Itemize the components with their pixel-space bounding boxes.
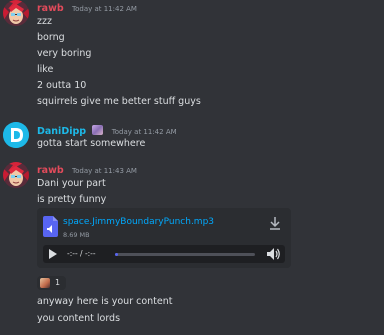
audio-player: -:-- / -:-- (43, 245, 285, 263)
message-line: squirrels give me better stuff guys (37, 96, 201, 107)
reaction-button[interactable]: 1 (37, 276, 66, 290)
seek-bar-fill (115, 253, 118, 256)
playback-time: -:-- / -:-- (67, 249, 96, 258)
rawb-avatar[interactable] (3, 0, 29, 26)
message-line: Dani your part (37, 178, 106, 189)
play-icon[interactable] (49, 249, 57, 259)
username[interactable]: rawb Today at 11:43 AM (37, 165, 137, 176)
audio-attachment: space.JimmyBoundaryPunch.mp3 8.69 MB -:-… (37, 208, 291, 268)
attachment-filename-link[interactable]: space.JimmyBoundaryPunch.mp3 (63, 217, 214, 227)
username[interactable]: DaniDipp Today at 11:42 AM (37, 125, 177, 137)
reaction-count: 1 (55, 278, 61, 287)
seek-bar[interactable] (115, 253, 255, 256)
message-line: is pretty funny (37, 194, 107, 205)
attachment-file-size: 8.69 MB (63, 231, 90, 239)
volume-icon[interactable] (267, 248, 280, 260)
download-icon[interactable] (269, 217, 281, 231)
message-line: anyway here is your content (37, 296, 173, 307)
username-label[interactable]: rawb (37, 3, 64, 14)
timestamp: Today at 11:43 AM (72, 167, 137, 175)
message-line: zzz (37, 16, 52, 27)
danidipp-avatar[interactable] (3, 122, 29, 148)
timestamp: Today at 11:42 AM (72, 5, 137, 13)
message-line: gotta start somewhere (37, 138, 146, 149)
rawb-avatar[interactable] (3, 162, 29, 188)
message-line: borng (37, 32, 65, 43)
role-badge-icon (92, 125, 104, 135)
message-line: you content lords (37, 313, 121, 324)
audio-file-icon (43, 216, 58, 237)
message-line: 2 outta 10 (37, 80, 87, 91)
timestamp: Today at 11:42 AM (111, 128, 177, 136)
username[interactable]: rawb Today at 11:42 AM (37, 3, 137, 14)
message-line: very boring (37, 48, 92, 59)
avatar-emoji-icon (40, 278, 50, 288)
username-label[interactable]: DaniDipp (37, 126, 86, 137)
message-line: like (37, 64, 54, 75)
username-label[interactable]: rawb (37, 165, 64, 176)
